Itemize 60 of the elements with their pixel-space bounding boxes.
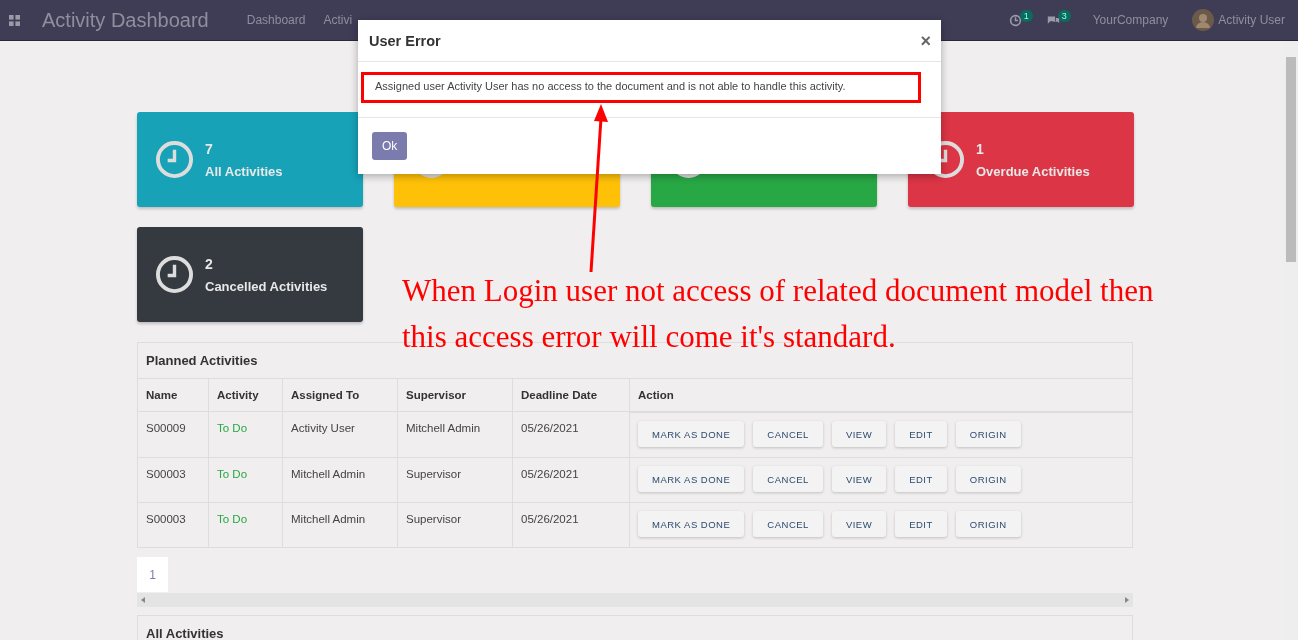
- action-button[interactable]: CANCEL: [753, 511, 823, 537]
- avatar-icon[interactable]: [1192, 9, 1215, 31]
- horizontal-scrollbar[interactable]: [137, 593, 1133, 607]
- column-header: Supervisor: [397, 378, 513, 412]
- action-button[interactable]: ORIGIN: [955, 421, 1021, 447]
- column-header: Deadline Date: [512, 378, 630, 412]
- error-message: Assigned user Activity User has no access to the document and is not able to handle this activity.: [361, 72, 921, 103]
- action-button[interactable]: VIEW: [831, 466, 887, 492]
- close-button[interactable]: ×: [920, 32, 931, 50]
- apps-menu-icon[interactable]: [9, 14, 20, 26]
- clock-icon: [155, 140, 194, 179]
- table-cell: S00003: [138, 457, 209, 502]
- count-badge: 1: [1019, 10, 1033, 22]
- action-button[interactable]: EDIT: [895, 511, 947, 537]
- scroll-left-icon[interactable]: [141, 597, 145, 603]
- table-cell: Supervisor: [397, 457, 513, 502]
- table-cell: To Do: [208, 457, 283, 502]
- action-button[interactable]: ORIGIN: [955, 511, 1021, 537]
- page-button[interactable]: 1: [137, 557, 168, 592]
- action-button[interactable]: MARK AS DONE: [638, 511, 745, 537]
- action-button[interactable]: MARK AS DONE: [638, 466, 745, 492]
- panel-title: All Activities: [145, 625, 225, 640]
- panel-title: Planned Activities: [145, 352, 259, 370]
- dialog-title: User Error: [369, 33, 441, 49]
- action-button[interactable]: VIEW: [831, 421, 887, 447]
- annotation-text: When Login user not access of related document model then this access error will come it's standard.: [402, 272, 1155, 356]
- clock-icon: [155, 255, 194, 294]
- table-cell: Mitchell Admin: [282, 457, 398, 502]
- card-count: 2: [205, 255, 214, 272]
- table-cell: S00009: [138, 411, 209, 457]
- scroll-right-icon[interactable]: [1125, 597, 1129, 603]
- column-header: Activity: [208, 378, 283, 412]
- count-badge: 3: [1057, 10, 1071, 22]
- column-header: Assigned To: [282, 378, 398, 412]
- table-cell: To Do: [208, 502, 283, 547]
- action-button[interactable]: VIEW: [831, 511, 887, 537]
- card-count: 1: [976, 140, 985, 157]
- table-cell: 05/26/2021: [512, 502, 630, 547]
- action-button[interactable]: MARK AS DONE: [638, 421, 745, 447]
- app-title: Activity Dashboard: [42, 8, 209, 32]
- card-label: Overdue Activities: [976, 163, 1090, 179]
- table-cell: Supervisor: [397, 502, 513, 547]
- stat-card[interactable]: 2 Cancelled Activities: [137, 227, 363, 322]
- card-label: All Activities: [205, 163, 283, 179]
- stat-card[interactable]: 1 Overdue Activities: [908, 112, 1134, 207]
- card-label: Cancelled Activities: [205, 278, 328, 294]
- action-button[interactable]: CANCEL: [753, 421, 823, 447]
- column-header: Action: [629, 378, 1132, 412]
- table-cell: Mitchell Admin: [282, 502, 398, 547]
- action-button[interactable]: ORIGIN: [955, 466, 1021, 492]
- ok-button[interactable]: Ok: [372, 132, 408, 160]
- clock-icon[interactable]: [1008, 13, 1022, 27]
- scrollbar-thumb[interactable]: [1286, 57, 1296, 262]
- card-count: 7: [205, 140, 214, 157]
- action-button[interactable]: CANCEL: [753, 466, 823, 492]
- action-button[interactable]: EDIT: [895, 421, 947, 447]
- column-header: Name: [138, 378, 209, 412]
- action-button[interactable]: EDIT: [895, 466, 947, 492]
- table-cell: S00003: [138, 502, 209, 547]
- table-cell: 05/26/2021: [512, 457, 630, 502]
